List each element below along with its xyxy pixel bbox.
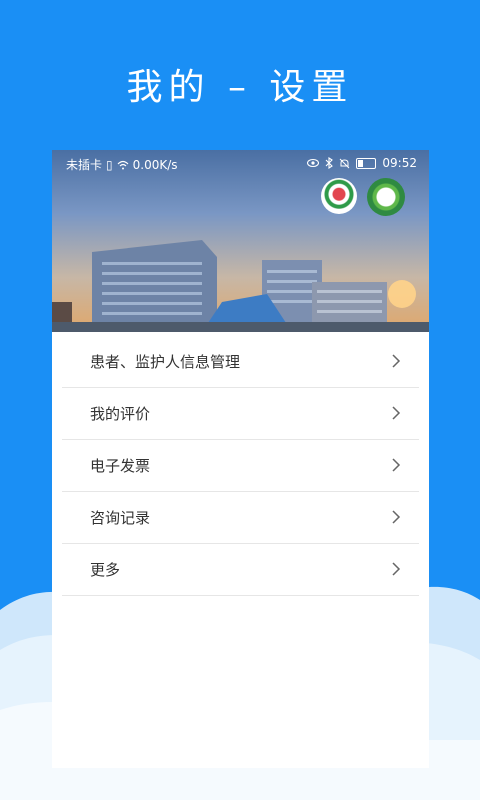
phone-screen: 未插卡 ▯ 0.00K/s 09:52 患者、监护人信息管理 我的评价 电子发票… [52, 150, 429, 768]
hospital-seal-logo [367, 178, 405, 216]
status-time: 09:52 [382, 156, 417, 170]
network-speed: 0.00K/s [132, 157, 178, 172]
menu-item-e-invoice[interactable]: 电子发票 [62, 440, 419, 492]
chevron-right-icon [392, 354, 401, 368]
wifi-icon [117, 160, 129, 169]
mute-icon [340, 158, 350, 168]
chevron-right-icon [392, 458, 401, 472]
chevron-right-icon [392, 562, 401, 576]
menu-item-consultation-records[interactable]: 咨询记录 [62, 492, 419, 544]
menu-item-label: 我的评价 [90, 405, 151, 423]
menu-item-label: 更多 [90, 561, 121, 579]
menu-item-label: 咨询记录 [90, 509, 151, 527]
hospital-logo-emblem [321, 178, 357, 214]
status-bar: 未插卡 ▯ 0.00K/s 09:52 [52, 154, 429, 174]
hospital-banner: 未插卡 ▯ 0.00K/s 09:52 [52, 150, 429, 332]
menu-item-label: 电子发票 [90, 457, 151, 475]
battery-icon [356, 157, 377, 169]
chevron-right-icon [392, 510, 401, 524]
carrier-label: 未插卡 [66, 158, 103, 172]
menu-item-more[interactable]: 更多 [62, 544, 419, 596]
menu-item-label: 患者、监护人信息管理 [90, 353, 241, 371]
promo-title: 我的 – 设置 [126, 67, 354, 108]
sim-icon: ▯ [106, 157, 113, 172]
hospital-logos [321, 178, 405, 216]
settings-menu: 患者、监护人信息管理 我的评价 电子发票 咨询记录 更多 [52, 332, 429, 596]
menu-item-patient-guardian-info[interactable]: 患者、监护人信息管理 [62, 336, 419, 388]
bluetooth-icon [326, 157, 334, 169]
menu-item-my-reviews[interactable]: 我的评价 [62, 388, 419, 440]
chevron-right-icon [392, 406, 401, 420]
eye-icon [307, 158, 320, 168]
